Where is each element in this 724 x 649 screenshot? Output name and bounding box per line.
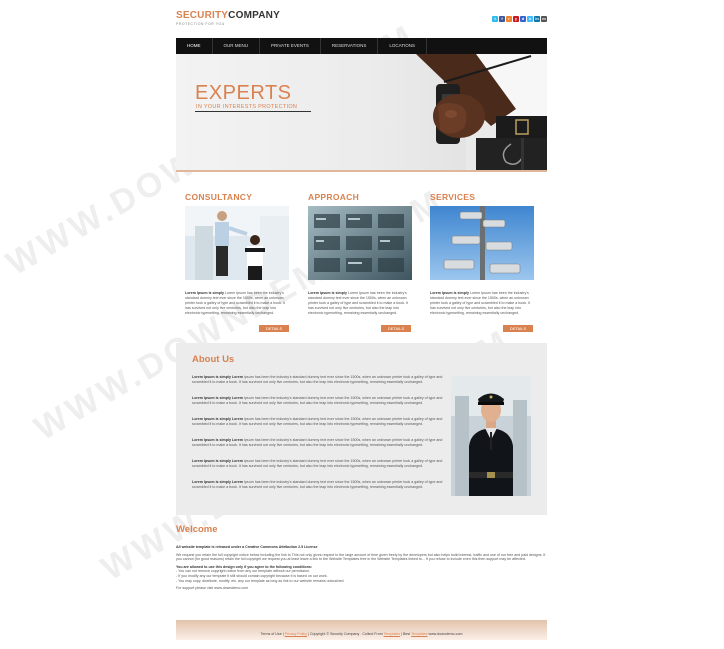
youtube-icon[interactable]: y: [513, 16, 519, 22]
about-paragraph: Lorem Ipsum is simply Lorem Ipsum has be…: [192, 396, 446, 411]
details-button[interactable]: DETAILS: [259, 325, 289, 332]
facebook-icon[interactable]: f: [499, 16, 505, 22]
nav-item-locations[interactable]: LOCATIONS: [378, 38, 428, 54]
main-nav: HOME OUR MENU PRIVATE EVENTS RESERVATION…: [176, 38, 547, 54]
about-paragraph-lead: Lorem Ipsum is simply Lorem: [192, 459, 243, 463]
column-lead: Lorem Ipsum is simply: [308, 291, 347, 295]
about-paragraph: Lorem Ipsum is simply Lorem Ipsum has be…: [192, 459, 446, 474]
details-button[interactable]: DETAILS: [381, 325, 411, 332]
column-title: CONSULTANCY: [185, 192, 253, 202]
nav-item-home[interactable]: HOME: [176, 38, 213, 54]
about-paragraph-lead: Lorem Ipsum is simply Lorem: [192, 480, 243, 484]
approach-photo: [308, 206, 412, 280]
footer-terms[interactable]: Terms of Use |: [261, 632, 284, 636]
welcome-section: All website template is released under a…: [176, 545, 547, 591]
about-paragraph: Lorem Ipsum is simply Lorem Ipsum has be…: [192, 438, 446, 453]
column-title: APPROACH: [308, 192, 360, 202]
footer-best: | Best: [401, 632, 411, 636]
condition-item: - You may copy, distribute, modify, etc.…: [176, 578, 345, 583]
myspace-icon[interactable]: m: [541, 16, 547, 22]
nav-item-our-menu[interactable]: OUR MENU: [213, 38, 260, 54]
about-paragraph-lead: Lorem Ipsum is simply Lorem: [192, 438, 243, 442]
logo-word-security: SECURITY: [176, 10, 229, 21]
about-paragraphs: Lorem Ipsum is simply Lorem Ipsum has be…: [192, 375, 446, 501]
about-paragraph: Lorem Ipsum is simply Lorem Ipsum has be…: [192, 375, 446, 390]
column-services: SERVICES Lorem Ipsum is simply Lorem Ips…: [430, 192, 534, 329]
column-lead: Lorem Ipsum is simply: [185, 291, 224, 295]
footer-best-templates-link[interactable]: Templates: [411, 632, 427, 636]
details-button[interactable]: DETAILS: [503, 325, 533, 332]
column-title: SERVICES: [430, 192, 476, 202]
about-paragraph: Lorem Ipsum is simply Lorem Ipsum has be…: [192, 417, 446, 432]
column-lead: Lorem Ipsum is simply: [430, 291, 469, 295]
social-icons: t f r y d v in m: [492, 16, 547, 22]
services-photo: [430, 206, 534, 280]
footer-copyright: | Copyright © Security Company . Collect…: [308, 632, 383, 636]
linkedin-icon[interactable]: in: [534, 16, 540, 22]
welcome-title: Welcome: [176, 524, 218, 535]
footer-text: Terms of Use | Privacy Policy | Copyrigh…: [176, 632, 547, 636]
about-section: About Us Lorem Ipsum is simply Lorem Ips…: [176, 343, 547, 515]
conditions-title: You are allowed to use this design only …: [176, 564, 313, 569]
nav-item-private-events[interactable]: PRIVATE EVENTS: [260, 38, 321, 54]
hero-subtitle: IN YOUR INTERESTS PROTECTION: [196, 104, 298, 110]
about-paragraph-lead: Lorem Ipsum is simply Lorem: [192, 375, 243, 379]
license-line: All website template is released under a…: [176, 545, 318, 549]
about-title: About Us: [192, 354, 235, 365]
footer: Terms of Use | Privacy Policy | Copyrigh…: [176, 620, 547, 640]
about-paragraph-lead: Lorem Ipsum is simply Lorem: [192, 417, 243, 421]
hero-divider: [195, 111, 311, 112]
welcome-body: We request you retain the full copyright…: [176, 552, 546, 562]
twitter-icon[interactable]: t: [492, 16, 498, 22]
footer-site: www.downdemo.com: [428, 632, 463, 636]
about-paragraph: Lorem Ipsum is simply Lorem Ipsum has be…: [192, 480, 446, 495]
vimeo-icon[interactable]: v: [527, 16, 533, 22]
page-container: SECURITYCOMPANY PROTECTION FOR YOU t f r…: [176, 0, 547, 649]
guard-portrait-photo: [451, 376, 531, 496]
logo[interactable]: SECURITYCOMPANY PROTECTION FOR YOU: [176, 10, 280, 26]
hero-title: EXPERTS: [195, 82, 292, 104]
footer-templates-link[interactable]: Templates: [384, 632, 400, 636]
logo-tagline: PROTECTION FOR YOU: [176, 22, 225, 26]
rss-icon[interactable]: r: [506, 16, 512, 22]
hero-banner: EXPERTS IN YOUR INTERESTS PROTECTION: [176, 54, 547, 172]
nav-item-reservations[interactable]: RESERVATIONS: [321, 38, 379, 54]
hero-guard-photo: [416, 54, 547, 170]
column-consultancy: CONSULTANCY Lorem Ipsum is simply Lorem …: [185, 192, 289, 329]
footer-privacy-link[interactable]: Privacy Policy: [285, 632, 307, 636]
consultancy-photo: [185, 206, 289, 280]
column-approach: APPROACH Lorem Ipsum is simply Lorem Ips…: [308, 192, 412, 329]
delicious-icon[interactable]: d: [520, 16, 526, 22]
support-line: For support please visit www.downdemo.co…: [176, 586, 249, 591]
logo-word-company: COMPANY: [228, 10, 280, 21]
about-paragraph-lead: Lorem Ipsum is simply Lorem: [192, 396, 243, 400]
